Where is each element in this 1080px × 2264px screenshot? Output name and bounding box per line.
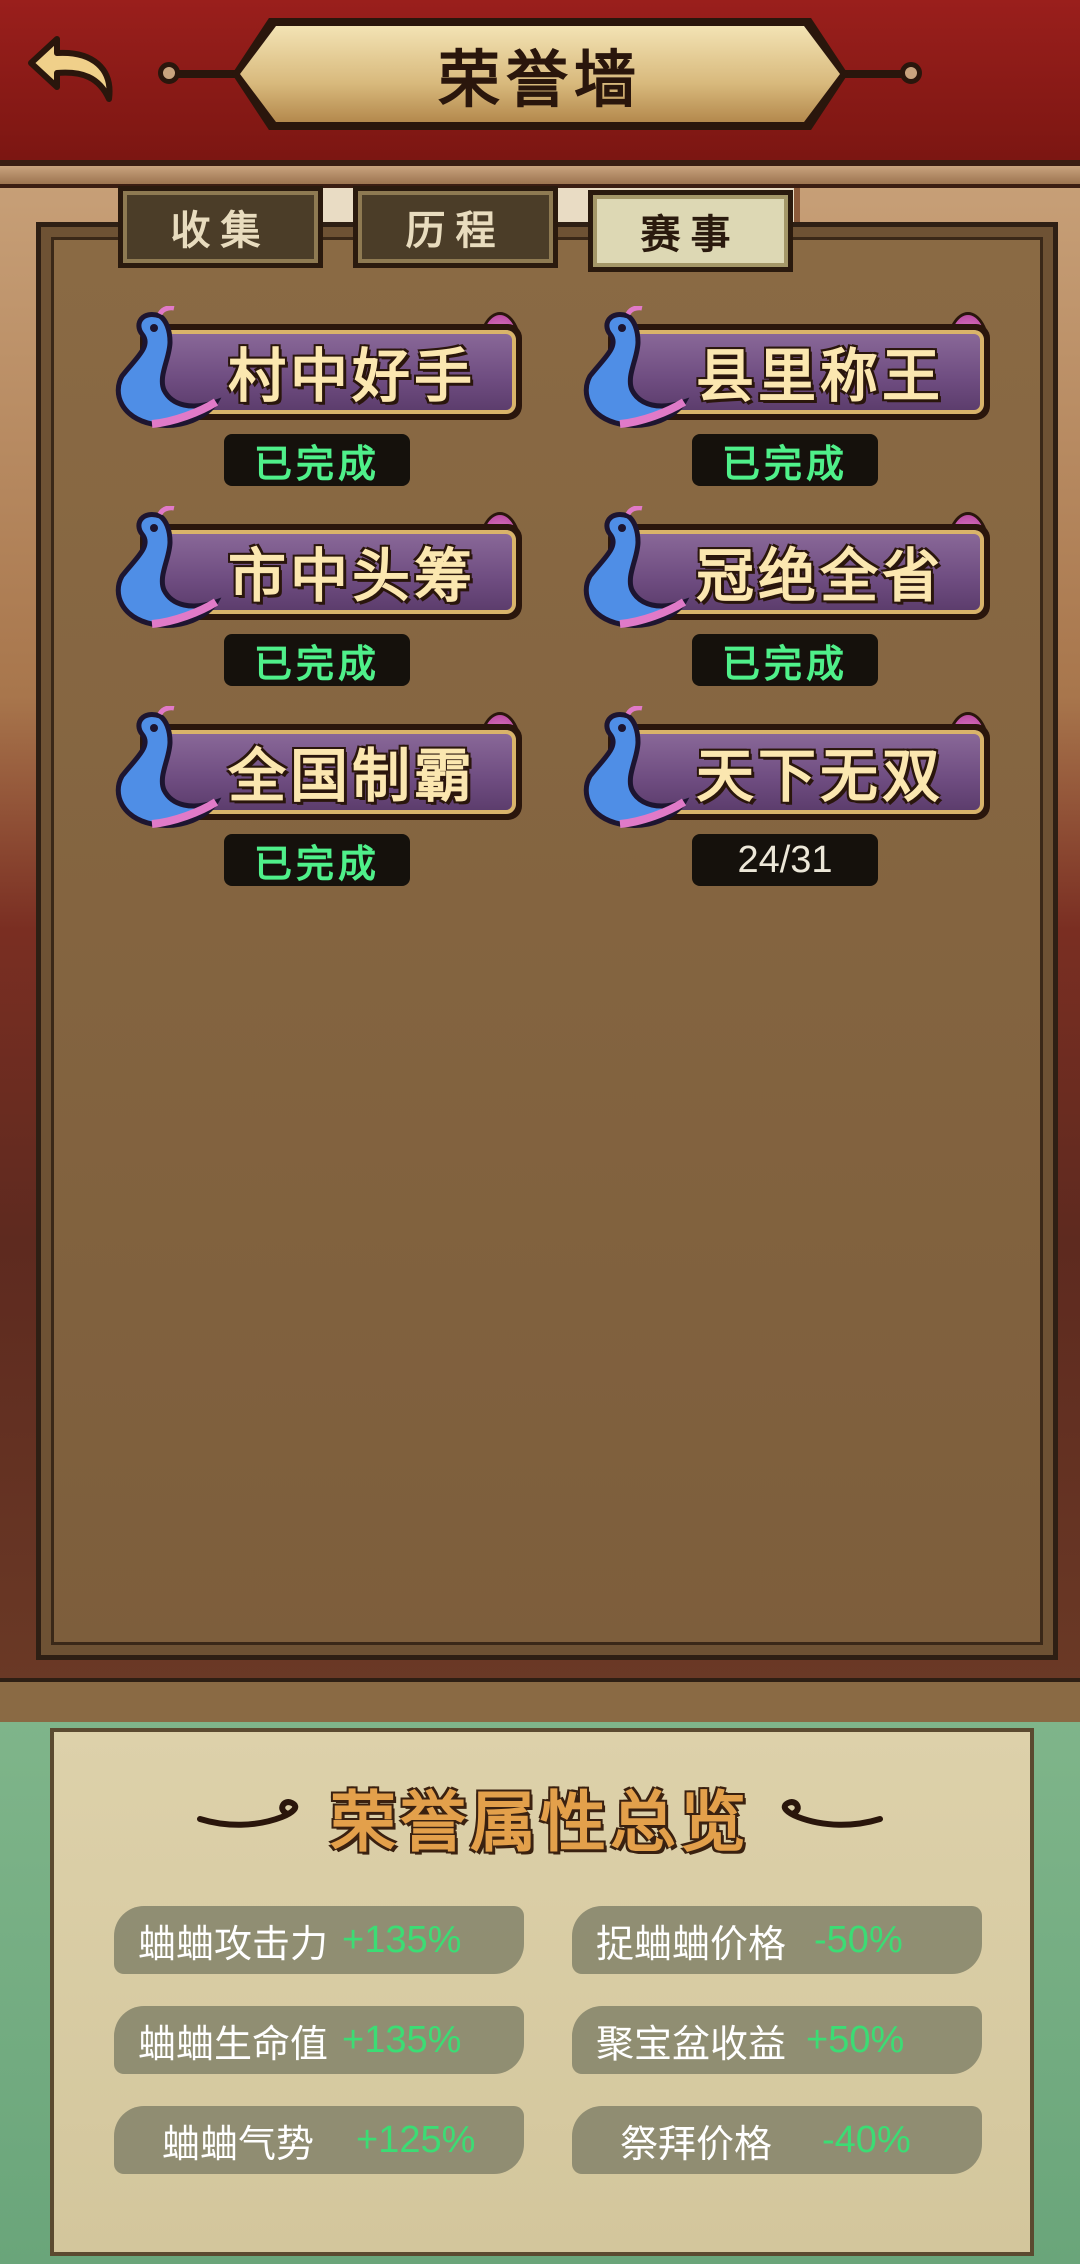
stat-label: 蛐蛐攻击力 (138, 1923, 329, 1966)
stat-value: +125% (356, 2118, 476, 2161)
back-button[interactable] (22, 24, 132, 114)
header-bar: 荣誉墙 (0, 0, 1080, 188)
achievement-name: 全国制霸 (227, 742, 476, 810)
achievement-card[interactable]: 天下无双 24/31 (580, 700, 990, 886)
stat-value: -40% (822, 2118, 911, 2161)
stat-value: -50% (814, 1918, 903, 1961)
achievement-name: 村中好手 (227, 342, 476, 410)
achievement-card[interactable]: 市中头筹 已完成 (112, 500, 522, 686)
achievement-name: 冠绝全省 (695, 542, 944, 610)
title-rod-right-knob (900, 62, 922, 84)
tab-competition[interactable]: 赛事 (588, 190, 793, 272)
achievement-card[interactable]: 冠绝全省 已完成 (580, 500, 990, 686)
tab-collection[interactable]: 收集 (118, 186, 323, 268)
achievement-name: 市中头筹 (227, 542, 476, 610)
stat-row: 捉蛐蛐价格 -50% (572, 1906, 982, 1974)
achievement-card[interactable]: 全国制霸 已完成 (112, 700, 522, 886)
achievement-status: 已完成 (224, 634, 410, 686)
stat-row: 蛐蛐生命值 +135% (114, 2006, 524, 2074)
achievement-progress: 24/31 (692, 834, 878, 886)
stat-label: 祭拜价格 (620, 2123, 773, 2166)
tab-history[interactable]: 历程 (353, 186, 558, 268)
summary-title: 荣誉属性总览 (330, 1783, 750, 1861)
title-rod-left-knob (158, 62, 180, 84)
swirl-ornament-left-icon (197, 1799, 299, 1828)
stat-label: 捉蛐蛐价格 (596, 1923, 787, 1966)
tab-bar: 收集 历程 赛事 (118, 186, 793, 272)
achievement-card[interactable]: 村中好手 已完成 (112, 300, 522, 486)
achievement-card[interactable]: 县里称王 已完成 (580, 300, 990, 486)
title-plate: 荣誉墙 (240, 26, 840, 122)
achievement-name: 县里称王 (695, 342, 944, 410)
stat-label: 蛐蛐生命值 (138, 2023, 329, 2066)
stat-label: 蛐蛐气势 (162, 2123, 315, 2166)
achievement-status: 已完成 (224, 834, 410, 886)
achievement-status: 已完成 (692, 434, 878, 486)
stat-value: +135% (342, 1918, 462, 1961)
page-title: 荣誉墙 (437, 43, 642, 116)
achievement-name: 天下无双 (695, 742, 944, 810)
achievement-status: 已完成 (692, 634, 878, 686)
stat-value: +135% (342, 2018, 462, 2061)
stat-row: 祭拜价格 -40% (572, 2106, 982, 2174)
stat-row: 蛐蛐攻击力 +135% (114, 1906, 524, 1974)
stat-label: 聚宝盆收益 (596, 2023, 787, 2066)
back-arrow-icon (28, 36, 113, 102)
stat-value: +50% (806, 2018, 905, 2061)
achievement-status: 已完成 (224, 434, 410, 486)
summary-header: 荣誉属性总览 (0, 1772, 1080, 1862)
swirl-ornament-right-icon (781, 1799, 883, 1828)
stat-row: 蛐蛐气势 +125% (114, 2106, 524, 2174)
stat-row: 聚宝盆收益 +50% (572, 2006, 982, 2074)
